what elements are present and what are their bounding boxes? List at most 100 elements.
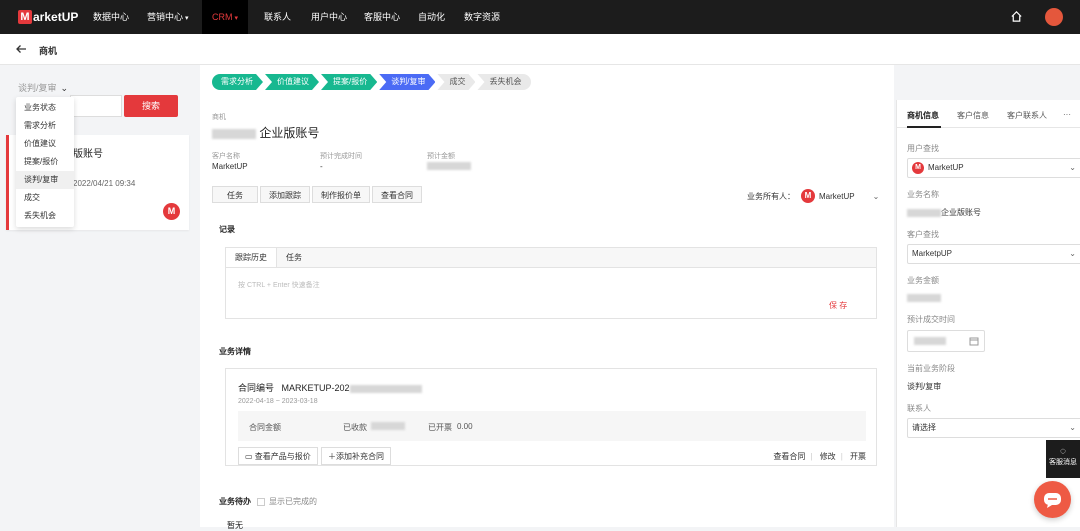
record-section-title: 记录 bbox=[219, 225, 235, 234]
amount-value bbox=[907, 293, 941, 302]
card-owner-avatar: M bbox=[163, 203, 180, 220]
stage-option[interactable]: 提案/报价 bbox=[16, 153, 74, 171]
card-title: 版账号 bbox=[73, 149, 103, 160]
card-date: 2022/04/21 09:34 bbox=[73, 179, 136, 188]
chevron-down-icon: ⌄ bbox=[1069, 423, 1076, 432]
opportunity-title: 企业版账号 bbox=[212, 124, 319, 141]
expected-date-value: - bbox=[320, 162, 323, 171]
business-owner[interactable]: 业务所有人： M MarketUP ⌄ bbox=[747, 189, 879, 203]
stage-option[interactable]: 成交 bbox=[16, 189, 74, 207]
plus-icon: ＋ bbox=[328, 452, 336, 461]
tab-opportunity-info[interactable]: 商机信息 bbox=[907, 110, 939, 121]
add-contract-button[interactable]: ＋添加补充合同 bbox=[321, 447, 391, 465]
more-icon[interactable]: ··· bbox=[1063, 110, 1071, 119]
nav-service-center[interactable]: 客服中心 bbox=[364, 0, 400, 34]
show-completed-checkbox[interactable]: 显示已完成的 bbox=[257, 496, 317, 507]
stage-filter-value: 谈判/复审 bbox=[18, 83, 57, 93]
user-avatar-icon: M bbox=[912, 162, 924, 174]
chevron-down-icon: ▾ bbox=[185, 15, 189, 22]
task-button[interactable]: 任务 bbox=[212, 186, 258, 203]
service-message-button[interactable]: ◌ 客服消息 bbox=[1046, 440, 1080, 478]
stage-step[interactable]: 成交 bbox=[437, 74, 475, 90]
customer-lookup-value: MarketpUP bbox=[912, 249, 953, 258]
active-tab-underline bbox=[907, 126, 941, 128]
save-button[interactable]: 保 存 bbox=[829, 300, 847, 311]
nav-crm-label: CRM bbox=[212, 12, 233, 22]
customer-lookup-select[interactable]: MarketpUP ⌄ bbox=[907, 244, 1080, 264]
owner-label: 业务所有人： bbox=[747, 191, 795, 201]
search-button[interactable]: 搜索 bbox=[124, 95, 178, 117]
chevron-down-icon: ⌄ bbox=[1069, 249, 1076, 258]
stage-option[interactable]: 业务状态 bbox=[16, 99, 74, 117]
redacted-text bbox=[349, 384, 422, 393]
page-header: 商机 bbox=[0, 34, 1080, 65]
marketup-logo[interactable]: M arketUP bbox=[18, 9, 78, 25]
stage-step[interactable]: 丢失机会 bbox=[477, 74, 532, 90]
calendar-icon bbox=[969, 337, 979, 346]
tab-customer-info[interactable]: 客户信息 bbox=[957, 110, 989, 121]
stage-step[interactable]: 需求分析 bbox=[212, 74, 263, 90]
logo-text: arketUP bbox=[33, 10, 79, 24]
stage-option[interactable]: 需求分析 bbox=[16, 117, 74, 135]
add-follow-button[interactable]: 添加跟踪 bbox=[260, 186, 310, 203]
chevron-down-icon: ▾ bbox=[234, 15, 239, 22]
stage-option-selected[interactable]: 谈判/复审 bbox=[16, 171, 74, 189]
stage-filter-select[interactable]: 谈判/复审 ⌄ bbox=[18, 81, 68, 94]
divider: | bbox=[810, 452, 813, 461]
invoiced-value: 0.00 bbox=[457, 422, 473, 431]
expected-date-label: 预计成交时间 bbox=[907, 315, 955, 324]
edit-contract-link[interactable]: 修改 bbox=[820, 452, 836, 461]
contact-label: 联系人 bbox=[907, 404, 931, 413]
chat-bubble-button[interactable] bbox=[1034, 481, 1071, 518]
stage-step-current[interactable]: 谈判/复审 bbox=[379, 74, 435, 90]
nav-marketing-center[interactable]: 营销中心 ▾ bbox=[147, 0, 189, 34]
nav-user-center[interactable]: 用户中心 bbox=[311, 0, 347, 34]
nav-contacts[interactable]: 联系人 bbox=[264, 0, 291, 34]
expected-date-label: 预计完成时间 bbox=[320, 153, 362, 160]
back-arrow-icon[interactable] bbox=[14, 42, 28, 56]
folder-icon: ▭ bbox=[245, 452, 253, 461]
stage-option[interactable]: 丢失机会 bbox=[16, 207, 74, 225]
opportunity-detail: 需求分析 价值建议 提案/报价 谈判/复审 成交 丢失机会 商机 企业版账号 客… bbox=[200, 65, 894, 530]
stage-option[interactable]: 价值建议 bbox=[16, 135, 74, 153]
user-avatar[interactable] bbox=[1045, 8, 1063, 26]
details-section-title: 业务详情 bbox=[219, 347, 251, 356]
view-contract-button[interactable]: 查看合同 bbox=[372, 186, 422, 203]
stage-step[interactable]: 价值建议 bbox=[265, 74, 319, 90]
stage-value: 谈判/复审 bbox=[907, 382, 942, 391]
nav-crm[interactable]: CRM ▾ bbox=[202, 0, 249, 34]
divider: | bbox=[840, 452, 843, 461]
redacted-text bbox=[371, 422, 405, 430]
tab-tasks[interactable]: 任务 bbox=[277, 248, 311, 267]
nav-digital-assets[interactable]: 数字资源 bbox=[464, 0, 500, 34]
stage-label: 当前业务阶段 bbox=[907, 364, 955, 373]
tab-follow-history[interactable]: 跟踪历史 bbox=[226, 248, 277, 267]
contact-select[interactable]: 请选择 ⌄ bbox=[907, 418, 1080, 438]
invoice-link[interactable]: 开票 bbox=[850, 452, 866, 461]
nav-automation[interactable]: 自动化 bbox=[418, 0, 445, 34]
make-quote-button[interactable]: 制作报价单 bbox=[312, 186, 370, 203]
contract-number-value: MARKETUP-202 bbox=[281, 383, 350, 393]
view-contract-link[interactable]: 查看合同 bbox=[773, 452, 805, 461]
info-tabs: 商机信息 客户信息 客户联系人 ··· bbox=[897, 100, 1080, 128]
stage-step[interactable]: 提案/报价 bbox=[321, 74, 377, 90]
biz-name-label: 业务名称 bbox=[907, 190, 939, 199]
note-input[interactable]: 按 CTRL + Enter 快速备注 bbox=[238, 280, 320, 290]
owner-avatar: M bbox=[801, 189, 815, 203]
biz-name-value: 企业版账号 bbox=[907, 207, 981, 218]
nav-data-center[interactable]: 数据中心 bbox=[93, 0, 129, 34]
stage-progress: 需求分析 价值建议 提案/报价 谈判/复审 成交 丢失机会 bbox=[212, 74, 533, 90]
search-input[interactable] bbox=[70, 95, 122, 117]
received-label: 已收款 bbox=[343, 423, 367, 432]
record-tabs: 跟踪历史 任务 bbox=[226, 248, 876, 268]
contact-select-value: 请选择 bbox=[912, 423, 936, 432]
logo-mark: M bbox=[18, 10, 32, 24]
biz-name-text: 企业版账号 bbox=[941, 208, 981, 217]
tab-customer-contacts[interactable]: 客户联系人 bbox=[1007, 110, 1047, 121]
date-picker[interactable] bbox=[907, 330, 985, 352]
view-products-button[interactable]: ▭ 查看产品与报价 bbox=[238, 447, 318, 465]
home-icon[interactable] bbox=[1010, 10, 1023, 23]
user-lookup-select[interactable]: M MarketUP ⌄ bbox=[907, 158, 1080, 178]
page-title: 商机 bbox=[39, 46, 58, 56]
chevron-down-icon: ⌄ bbox=[60, 83, 69, 93]
